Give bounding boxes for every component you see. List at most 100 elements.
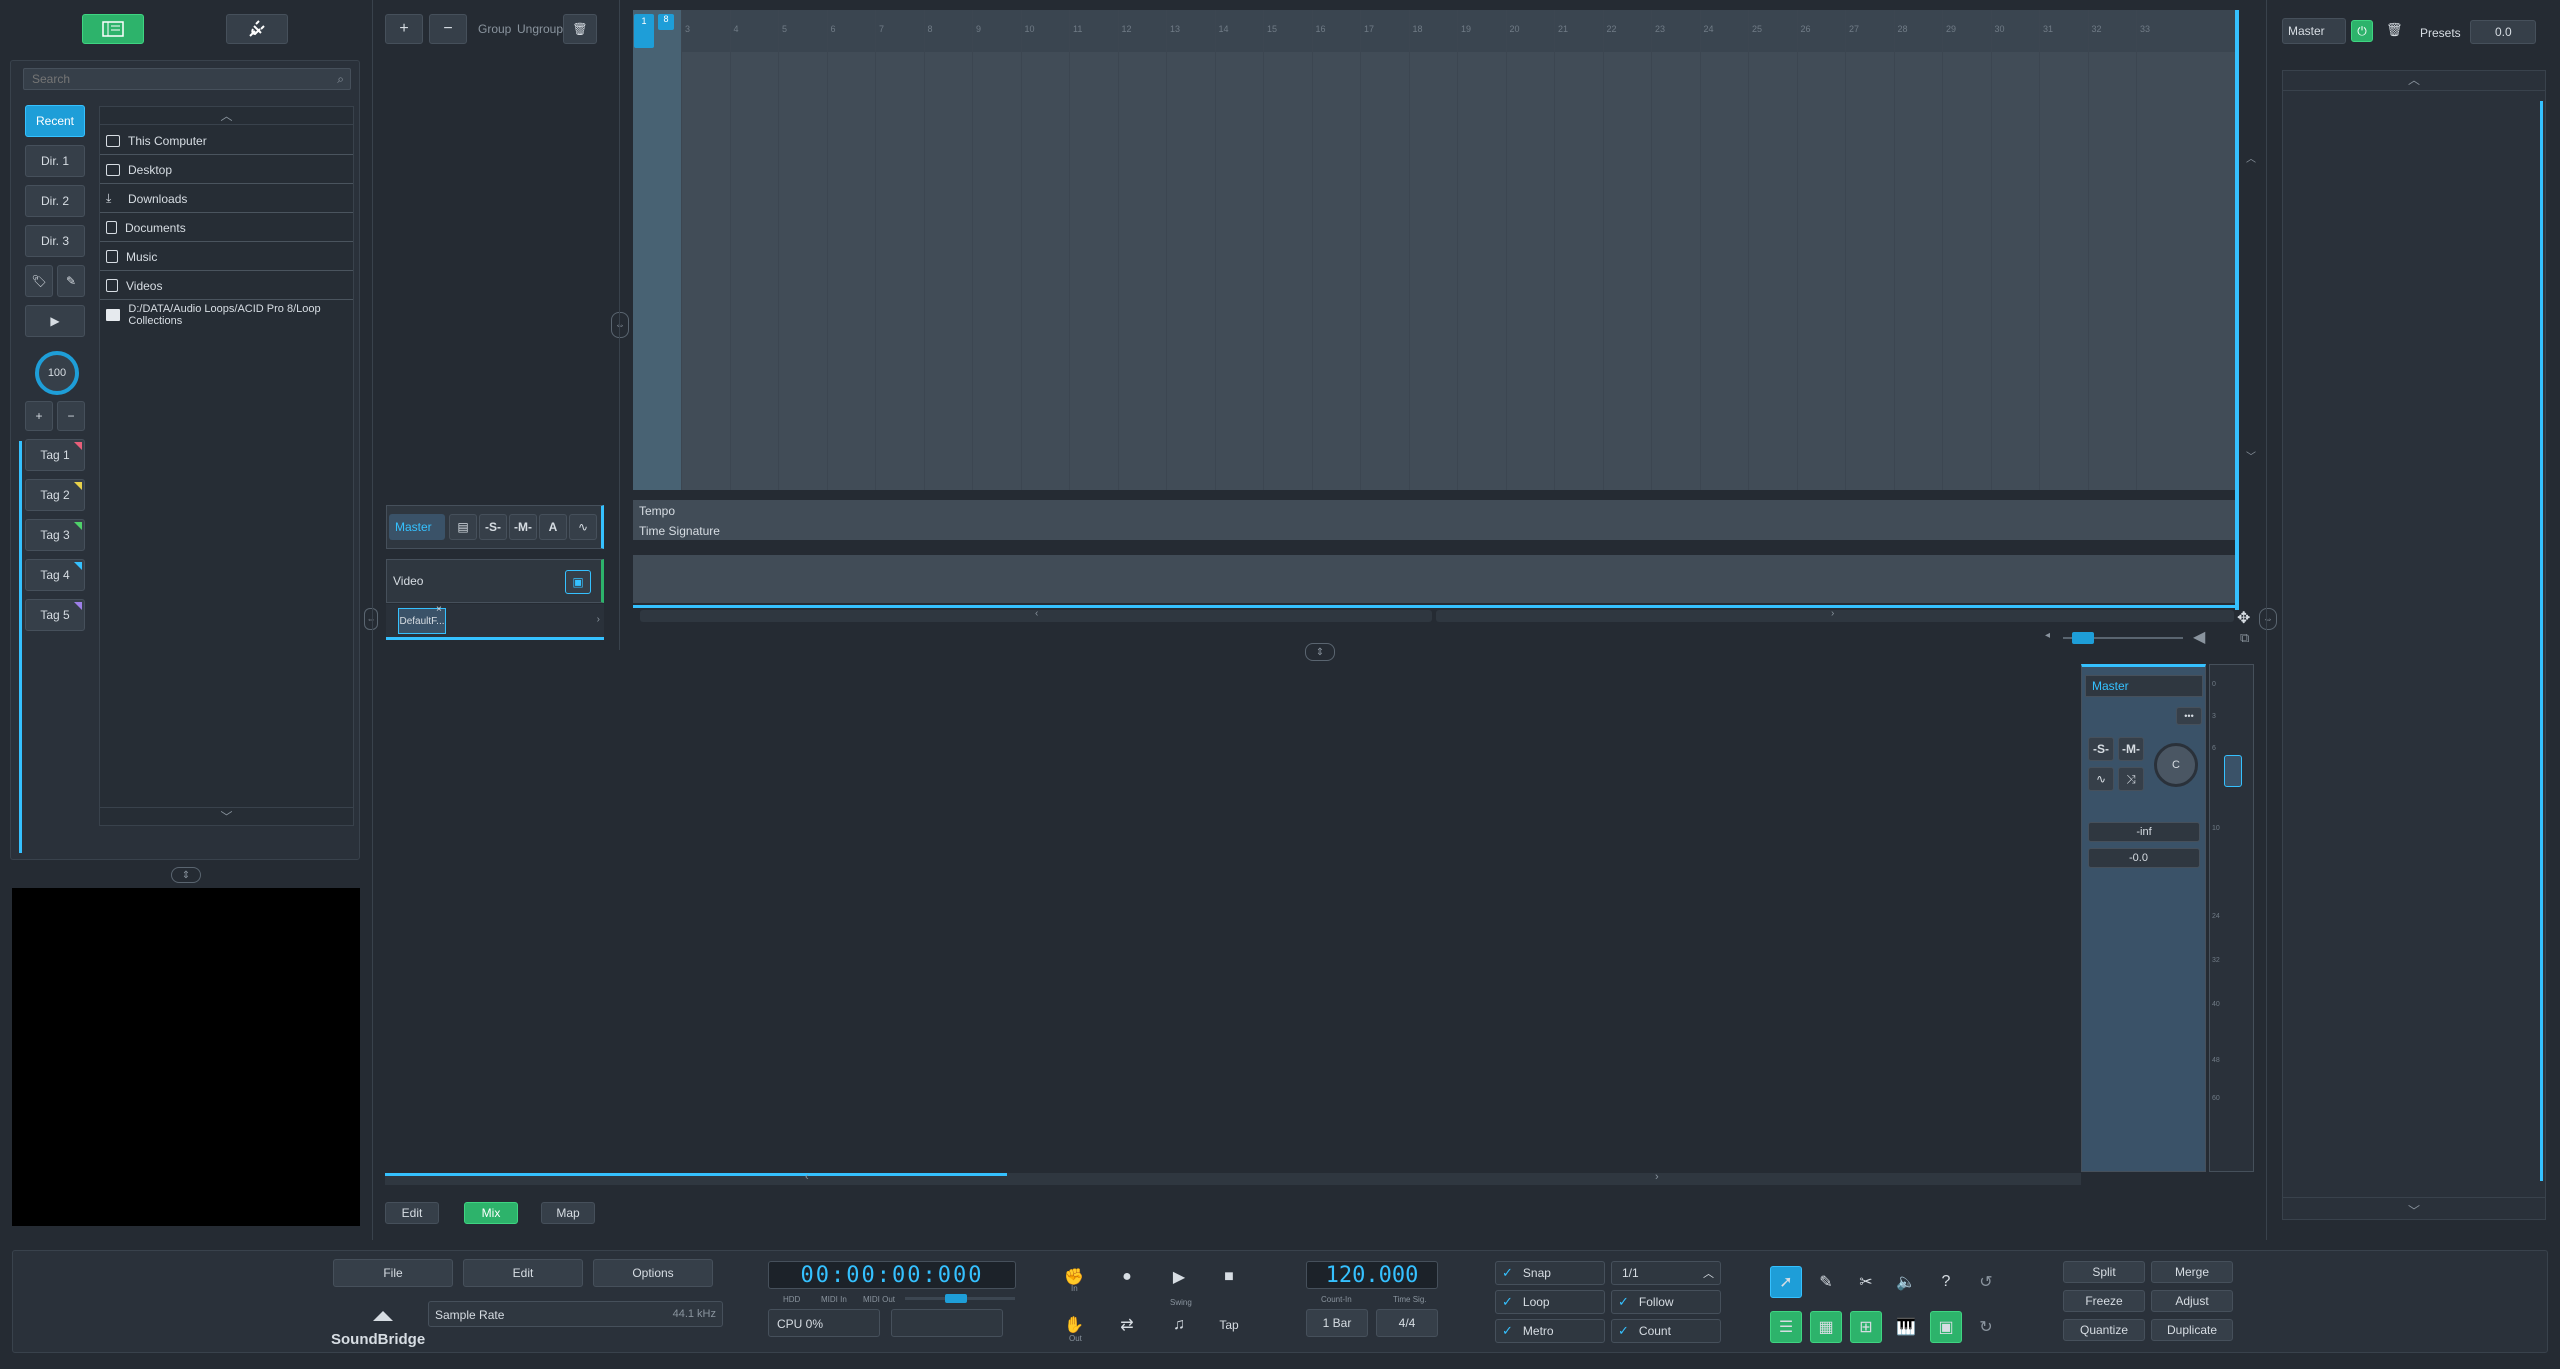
mute-button[interactable]: -M- bbox=[509, 514, 537, 540]
mute-tool[interactable]: 🔈 bbox=[1890, 1266, 1922, 1298]
split-button[interactable]: Split bbox=[2063, 1261, 2145, 1283]
pan-knob[interactable]: C bbox=[2154, 743, 2198, 787]
follow-toggle[interactable]: ✓ Follow bbox=[1611, 1290, 1721, 1314]
swing-button[interactable]: ♫ bbox=[1163, 1309, 1195, 1341]
tag-1-button[interactable]: Tag 1 bbox=[25, 439, 85, 471]
tempo-track-label[interactable]: Tempo bbox=[639, 504, 675, 518]
track-column-resize-handle[interactable]: ⇔ bbox=[611, 312, 629, 338]
loop-start-marker[interactable]: 1 bbox=[634, 14, 654, 48]
scissors-tool[interactable]: ✂ bbox=[1850, 1266, 1882, 1298]
position-thumb[interactable] bbox=[945, 1294, 967, 1303]
mixer-scrollbar[interactable]: ‹ › bbox=[385, 1171, 2081, 1185]
chevron-right-icon[interactable]: › bbox=[1655, 1171, 1659, 1183]
ungroup-button[interactable]: Ungroup bbox=[517, 22, 563, 36]
tag-5-button[interactable]: Tag 5 bbox=[25, 599, 85, 631]
right-panel-resize-handle[interactable]: ⇔ bbox=[2259, 608, 2277, 630]
tab-mix[interactable]: Mix bbox=[464, 1202, 518, 1224]
chevron-right-icon[interactable]: › bbox=[597, 614, 600, 625]
scroll-down-button[interactable]: ﹀ bbox=[100, 807, 353, 825]
move-icon[interactable]: ✥ bbox=[2237, 608, 2250, 628]
mixer-resize-handle[interactable]: ⇕ bbox=[1305, 643, 1335, 661]
plugin-value-field[interactable]: 0.0 bbox=[2470, 20, 2536, 44]
add-tag-button[interactable]: + bbox=[25, 401, 53, 431]
time-display[interactable]: 00:00:00:000 bbox=[768, 1261, 1016, 1289]
list-item[interactable]: This Computer bbox=[100, 127, 353, 155]
mute-button[interactable]: -M- bbox=[2118, 737, 2144, 761]
volume-readout[interactable]: -0.0 bbox=[2088, 848, 2200, 868]
mixer-view-button[interactable]: ▦ bbox=[1810, 1311, 1842, 1343]
chevron-up-icon[interactable]: ︿ bbox=[2246, 150, 2256, 165]
stop-button[interactable]: ■ bbox=[1213, 1261, 1245, 1293]
master-track-name[interactable]: Master bbox=[389, 514, 445, 540]
preview-play-button[interactable]: ▶ bbox=[25, 305, 85, 337]
search-box[interactable]: ⌕ bbox=[23, 68, 351, 90]
duplicate-button[interactable]: Duplicate bbox=[2151, 1319, 2233, 1341]
automation-button[interactable]: A bbox=[539, 514, 567, 540]
solo-button[interactable]: -S- bbox=[2088, 737, 2114, 761]
chevron-left-icon[interactable]: ‹ bbox=[1035, 608, 1038, 619]
tab-map[interactable]: Map bbox=[541, 1202, 595, 1224]
chevron-left-icon[interactable]: ‹ bbox=[805, 1171, 809, 1183]
redo-button[interactable]: ↻ bbox=[1970, 1311, 2002, 1343]
peak-meter-readout[interactable]: -inf bbox=[2088, 822, 2200, 842]
envelope-button[interactable]: ∿ bbox=[569, 514, 597, 540]
sample-rate-field[interactable]: Sample Rate 44.1 kHz bbox=[428, 1301, 723, 1327]
list-item[interactable]: Documents bbox=[100, 214, 353, 242]
search-input[interactable] bbox=[24, 69, 314, 89]
chevron-down-icon[interactable]: ﹀ bbox=[2246, 448, 2256, 463]
time-signature-button[interactable]: 4/4 bbox=[1376, 1309, 1438, 1337]
quantize-button[interactable]: Quantize bbox=[2063, 1319, 2145, 1341]
track-lanes[interactable] bbox=[633, 10, 2239, 490]
list-item[interactable]: Music bbox=[100, 243, 353, 271]
count-in-button[interactable]: 1 Bar bbox=[1306, 1309, 1368, 1337]
position-slider[interactable] bbox=[905, 1294, 1015, 1303]
dir-3-button[interactable]: Dir. 3 bbox=[25, 225, 85, 257]
plugins-toggle-button[interactable] bbox=[226, 14, 288, 44]
rack-scrollbar[interactable] bbox=[2540, 101, 2543, 1181]
preview-volume-knob[interactable]: 100 bbox=[35, 351, 79, 395]
list-item[interactable]: Desktop bbox=[100, 156, 353, 184]
merge-button[interactable]: Merge bbox=[2151, 1261, 2233, 1283]
video-track-header[interactable]: Video ▣ bbox=[386, 559, 604, 603]
dir-1-button[interactable]: Dir. 1 bbox=[25, 145, 85, 177]
fit-icon[interactable]: ⧉ bbox=[2240, 630, 2249, 646]
tag-2-button[interactable]: Tag 2 bbox=[25, 479, 85, 511]
keyboard-view-button[interactable]: 🎹 bbox=[1890, 1311, 1922, 1343]
metronome-toggle[interactable]: ✓ Metro bbox=[1495, 1319, 1605, 1343]
browser-toggle-button[interactable] bbox=[82, 14, 144, 44]
horizontal-scrollbar-thumb[interactable]: › bbox=[1436, 608, 2234, 622]
record-button[interactable]: ● bbox=[1111, 1261, 1143, 1293]
plugins-view-button[interactable]: ⊞ bbox=[1850, 1311, 1882, 1343]
editor-view-button[interactable]: ▣ bbox=[1930, 1311, 1962, 1343]
tag-4-button[interactable]: Tag 4 bbox=[25, 559, 85, 591]
chevron-right-icon[interactable]: › bbox=[1831, 608, 1834, 619]
tag-tool-button[interactable]: 🏷 bbox=[25, 265, 53, 297]
adjust-button[interactable]: Adjust bbox=[2151, 1290, 2233, 1312]
loop-toggle[interactable]: ✓ Loop bbox=[1495, 1290, 1605, 1314]
tab-edit[interactable]: Edit bbox=[385, 1202, 439, 1224]
delete-track-button[interactable]: 🗑 bbox=[563, 14, 597, 44]
help-button[interactable]: ? bbox=[1930, 1266, 1962, 1298]
master-track-header[interactable]: Master ▤ -S- -M- A ∿ bbox=[386, 505, 604, 549]
channel-menu-button[interactable]: ••• bbox=[2176, 707, 2202, 725]
snap-toggle[interactable]: ✓ Snap bbox=[1495, 1261, 1605, 1285]
arrangement-view[interactable]: 1 8 3 4 5 6 7 8 9 10 11 12 13 14 15 16 17 18 19 20 21 22 23 2… bbox=[633, 10, 2239, 610]
tap-button[interactable]: Tap bbox=[1213, 1309, 1245, 1341]
scroll-up-button[interactable]: ︿ bbox=[100, 107, 353, 125]
group-button[interactable]: Group bbox=[478, 22, 511, 36]
fader-handle[interactable] bbox=[2224, 755, 2242, 787]
add-track-button[interactable]: + bbox=[385, 14, 423, 44]
horizontal-resize-handle[interactable]: ⇔ bbox=[364, 608, 378, 630]
zoom-slider[interactable]: ◂ ◀ bbox=[2045, 629, 2215, 646]
dir-2-button[interactable]: Dir. 2 bbox=[25, 185, 85, 217]
dropper-tool-button[interactable]: ✎ bbox=[57, 265, 85, 297]
shuffle-button[interactable]: ⤨ bbox=[2118, 767, 2144, 791]
track-notes-button[interactable]: ▤ bbox=[449, 514, 477, 540]
zoom-out-icon[interactable]: ◂ bbox=[2045, 630, 2050, 641]
undo-button[interactable]: ↺ bbox=[1970, 1266, 2002, 1298]
remove-tag-button[interactable]: − bbox=[57, 401, 85, 431]
pencil-tool[interactable]: ✎ bbox=[1810, 1266, 1842, 1298]
scroll-down-button[interactable]: ﹀ bbox=[2283, 1197, 2545, 1219]
master-fader[interactable]: 0 3 6 10 24 32 40 48 60 bbox=[2209, 664, 2254, 1172]
remove-track-button[interactable]: − bbox=[429, 14, 467, 44]
